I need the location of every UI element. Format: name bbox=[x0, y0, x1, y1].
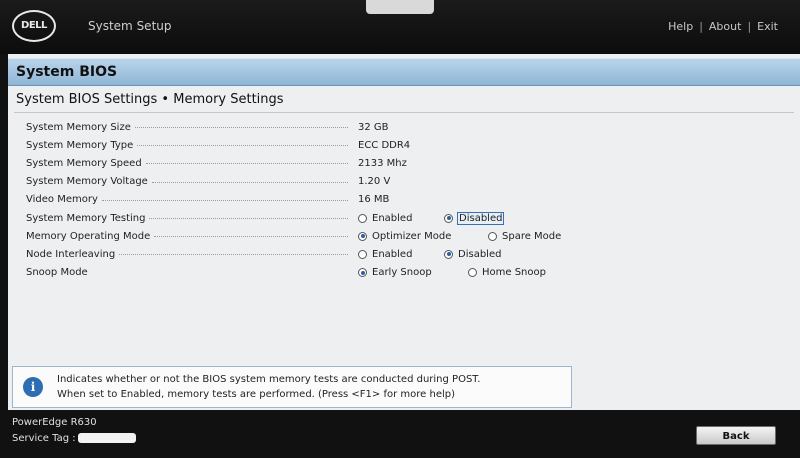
section-title: System BIOS bbox=[16, 64, 118, 80]
memory-testing-disabled-option[interactable]: Disabled bbox=[444, 211, 505, 225]
setting-label: System Memory Type bbox=[26, 139, 134, 151]
spare-mode-option[interactable]: Spare Mode bbox=[488, 231, 561, 242]
setting-label: Video Memory bbox=[26, 194, 98, 206]
option-label: Optimizer Mode bbox=[372, 230, 452, 242]
dell-logo: DELL bbox=[12, 10, 56, 42]
link-separator: | bbox=[699, 20, 703, 33]
setting-row: System Memory Size 32 GB bbox=[26, 118, 746, 136]
radio-button-selected[interactable] bbox=[358, 231, 367, 241]
setting-row: System Memory Voltage 1.20 V bbox=[26, 173, 746, 191]
optimizer-mode-option[interactable]: Optimizer Mode bbox=[358, 231, 451, 242]
app-title: System Setup bbox=[88, 19, 172, 33]
setting-row-memory-testing: System Memory Testing Enabled Disabled bbox=[26, 209, 746, 227]
setting-label: System Memory Speed bbox=[26, 157, 142, 169]
top-links: Help | About | Exit bbox=[668, 20, 778, 33]
node-interleaving-disabled-option[interactable]: Disabled bbox=[444, 249, 501, 260]
setting-row: System Memory Speed 2133 Mhz bbox=[26, 154, 746, 172]
link-separator: | bbox=[747, 20, 752, 33]
setting-label: System Memory Voltage bbox=[26, 176, 148, 188]
back-button[interactable]: Back bbox=[696, 426, 776, 445]
radio-button[interactable] bbox=[488, 231, 497, 241]
radio-button-selected[interactable] bbox=[358, 268, 367, 278]
help-text: Indicates whether or not the BIOS system… bbox=[57, 372, 480, 402]
setting-row: System Memory Type ECC DDR4 bbox=[26, 136, 746, 154]
leader-dots bbox=[119, 253, 348, 256]
node-interleaving-enabled-option[interactable]: Enabled bbox=[358, 249, 412, 260]
info-icon: i bbox=[23, 377, 43, 397]
setting-value: 2133 Mhz bbox=[358, 157, 407, 169]
help-box: i Indicates whether or not the BIOS syst… bbox=[12, 366, 572, 408]
leader-dots bbox=[149, 217, 348, 220]
help-line: Indicates whether or not the BIOS system… bbox=[57, 374, 481, 385]
setting-label: System Memory Size bbox=[26, 121, 131, 133]
main-panel: System BIOS System BIOS Settings • Memor… bbox=[8, 54, 800, 410]
help-line: When set to Enabled, memory tests are pe… bbox=[57, 389, 456, 400]
option-label: Enabled bbox=[372, 248, 413, 260]
setting-row-node-interleaving: Node Interleaving Enabled Disabled bbox=[26, 245, 746, 263]
leader-dots bbox=[134, 126, 348, 129]
service-tag: Service Tag : bbox=[12, 433, 136, 444]
exit-link[interactable]: Exit bbox=[757, 20, 778, 33]
redacted-service-tag bbox=[77, 433, 136, 443]
radio-button-selected[interactable] bbox=[444, 249, 453, 259]
setting-value: 1.20 V bbox=[358, 176, 391, 188]
leader-dots bbox=[151, 181, 348, 183]
leader-dots bbox=[101, 199, 348, 201]
home-snoop-option[interactable]: Home Snoop bbox=[468, 267, 546, 278]
setting-value: 16 MB bbox=[358, 194, 390, 206]
setting-label: System Memory Testing bbox=[26, 212, 146, 224]
option-label: Spare Mode bbox=[502, 230, 562, 242]
setting-row-memory-operating-mode: Memory Operating Mode Optimizer Mode Spa… bbox=[26, 227, 746, 245]
section-bar: System BIOS bbox=[8, 58, 800, 86]
top-tab-handle bbox=[366, 0, 434, 14]
settings-list: System Memory Size 32 GB System Memory T… bbox=[26, 118, 746, 282]
setting-label: Memory Operating Mode bbox=[26, 230, 151, 242]
footer-bar: PowerEdge R630 Service Tag : Back bbox=[0, 410, 800, 458]
setting-value: ECC DDR4 bbox=[358, 139, 411, 151]
option-label: Early Snoop bbox=[372, 267, 432, 279]
leader-dots bbox=[145, 162, 348, 165]
option-label-focused: Disabled bbox=[456, 211, 505, 225]
leader-dots bbox=[154, 235, 348, 238]
option-label: Disabled bbox=[458, 248, 502, 260]
setting-row: Video Memory 16 MB bbox=[26, 191, 746, 209]
setting-value: 32 GB bbox=[358, 121, 389, 133]
setting-row-snoop-mode: Snoop Mode Early Snoop Home Snoop bbox=[26, 264, 746, 282]
leader-dots bbox=[137, 144, 348, 147]
help-link[interactable]: Help bbox=[668, 20, 693, 33]
radio-button-selected[interactable] bbox=[444, 213, 453, 223]
top-bar: DELL System Setup Help | About | Exit bbox=[0, 0, 800, 54]
radio-button[interactable] bbox=[468, 268, 477, 278]
option-label: Enabled bbox=[372, 212, 413, 224]
setting-label: Snoop Mode bbox=[26, 267, 88, 279]
about-link[interactable]: About bbox=[709, 20, 742, 33]
page-divider bbox=[14, 112, 794, 113]
radio-button[interactable] bbox=[358, 213, 367, 223]
page-title: System BIOS Settings • Memory Settings bbox=[16, 92, 284, 107]
radio-button[interactable] bbox=[358, 249, 367, 259]
memory-testing-enabled-option[interactable]: Enabled bbox=[358, 213, 412, 224]
option-label: Home Snoop bbox=[482, 267, 546, 279]
service-tag-label: Service Tag : bbox=[12, 433, 76, 444]
system-model: PowerEdge R630 bbox=[12, 417, 97, 428]
early-snoop-option[interactable]: Early Snoop bbox=[358, 267, 432, 278]
setting-label: Node Interleaving bbox=[26, 248, 116, 260]
